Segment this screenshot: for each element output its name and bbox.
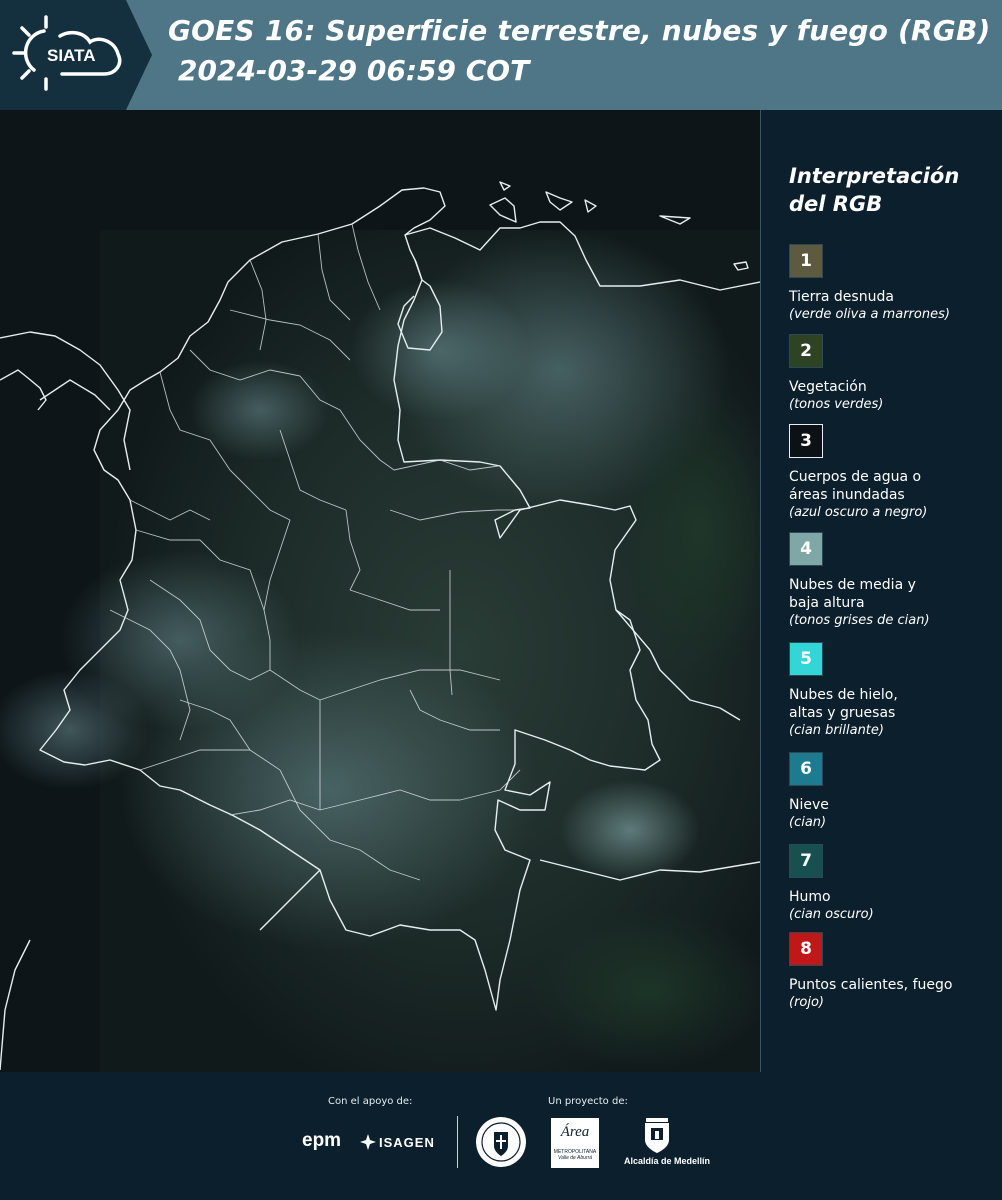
legend-item-water: 3 Cuerpos de agua o áreas inundadas (azu… [789,424,994,522]
alcaldia-logo-text: Alcaldía de Medellín [624,1156,711,1166]
legend-hint: (rojo) [789,995,825,1010]
legend-number: 8 [800,939,812,959]
isagen-mark-icon [360,1134,376,1150]
isagen-logo-text: ISAGEN [379,1134,435,1150]
legend-hint: (tonos verdes) [789,397,884,412]
legend-number: 7 [800,851,812,871]
area-metropolitana-logo: Área METROPOLITANA Valle de Aburrá [551,1118,599,1168]
legend-swatch: 4 [789,532,823,566]
legend-label: Nubes de hielo, altas y gruesas [789,687,898,721]
footer-divider [457,1116,458,1168]
rgb-legend: Interpretación del RGB 1 Tierra desnuda … [775,110,1002,1072]
legend-label: Nieve [789,797,829,813]
header-bar: SIATA GOES 16: Superficie terrestre, nub… [0,0,1002,110]
legend-title: Interpretación del RGB [789,162,989,218]
legend-item-ice-clouds: 5 Nubes de hielo, altas y gruesas (cian … [789,642,994,740]
alcaldia-logo: Alcaldía de Medellín [624,1118,712,1170]
legend-swatch: 1 [789,244,823,278]
legend-swatch: 6 [789,752,823,786]
legend-label: Tierra desnuda [789,289,894,305]
legend-hint: (cian brillante) [789,723,884,738]
legend-item-fire: 8 Puntos calientes, fuego (rojo) [789,932,994,1012]
legend-number: 2 [800,341,812,361]
svg-text:SIATA: SIATA [47,46,95,65]
legend-hint: (cian) [789,815,827,830]
project-label: Un proyecto de: [548,1096,628,1107]
legend-number: 3 [800,431,812,451]
legend-item-mid-low-clouds: 4 Nubes de media y baja altura (tonos gr… [789,532,994,630]
university-seal-icon [476,1117,526,1167]
isagen-logo: ISAGEN [360,1132,435,1152]
legend-swatch: 7 [789,844,823,878]
epm-logo-text: epm [302,1130,342,1151]
legend-label: Humo [789,889,831,905]
support-label: Con el apoyo de: [328,1096,413,1107]
legend-swatch: 8 [789,932,823,966]
legend-item-vegetation: 2 Vegetación (tonos verdes) [789,334,994,414]
legend-number: 5 [800,649,812,669]
legend-number: 4 [800,539,812,559]
legend-hint: (azul oscuro a negro) [789,505,928,520]
legend-hint: (cian oscuro) [789,907,874,922]
legend-item-bare-soil: 1 Tierra desnuda (verde oliva a marrones… [789,244,994,324]
footer-sponsors: Con el apoyo de: Un proyecto de: epm ISA… [0,1072,1002,1200]
legend-swatch: 3 [789,424,823,458]
satellite-map [0,110,761,1072]
legend-label: Nubes de media y baja altura [789,577,916,611]
legend-label: Cuerpos de agua o áreas inundadas [789,469,922,503]
siata-logo: SIATA [0,0,150,110]
legend-hint: (verde oliva a marrones) [789,307,950,322]
legend-number: 6 [800,759,812,779]
legend-title-line2: del RGB [789,192,883,216]
area-logo-sub2: Valle de Aburrá [557,1155,593,1161]
satellite-image [0,110,760,1072]
page-title: GOES 16: Superficie terrestre, nubes y f… [168,14,991,47]
legend-label: Puntos calientes, fuego [789,977,953,993]
sun-cloud-icon: SIATA [12,15,122,91]
area-logo-text: Área [560,1124,590,1140]
legend-swatch: 5 [789,642,823,676]
legend-number: 1 [800,251,812,271]
university-seal [475,1116,527,1168]
legend-hint: (tonos grises de cian) [789,613,930,628]
legend-title-line1: Interpretación [789,164,960,188]
epm-logo: epm [302,1130,341,1152]
medellin-shield-icon [645,1118,669,1153]
legend-item-snow: 6 Nieve (cian) [789,752,994,832]
legend-label: Vegetación [789,379,867,395]
legend-swatch: 2 [789,334,823,368]
legend-item-smoke: 7 Humo (cian oscuro) [789,844,994,924]
page-timestamp: 2024-03-29 06:59 COT [178,54,530,87]
